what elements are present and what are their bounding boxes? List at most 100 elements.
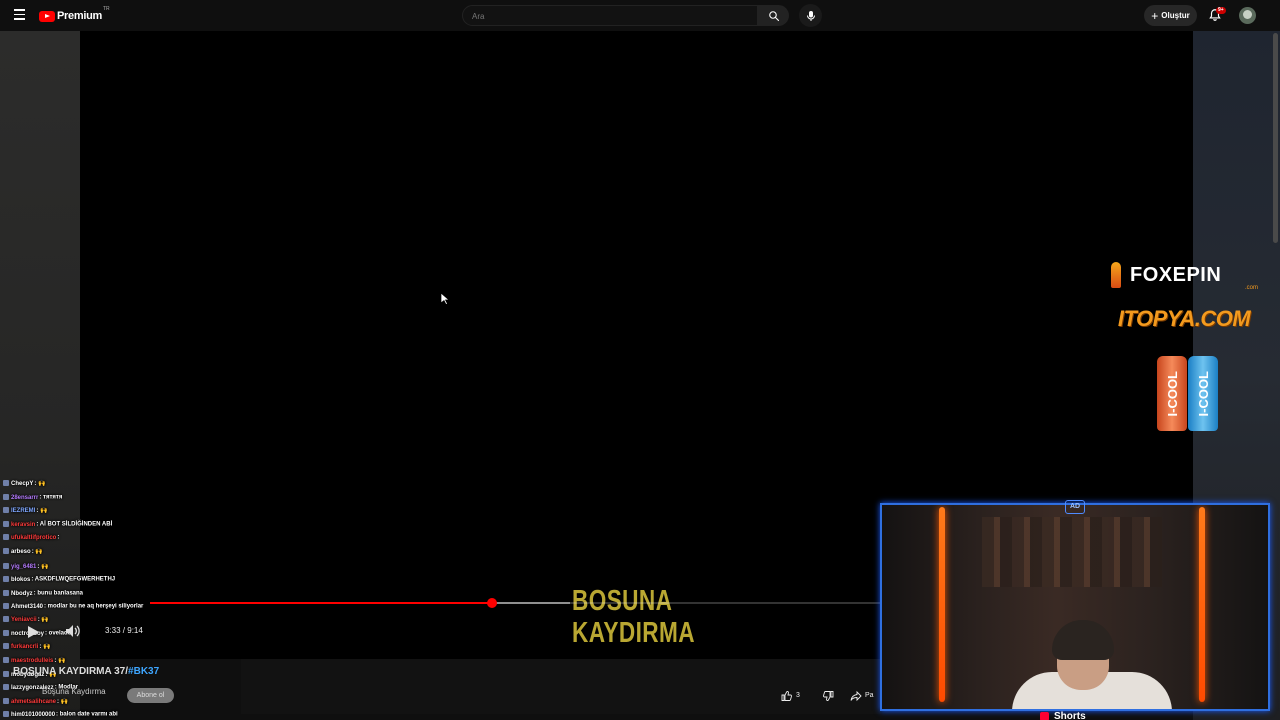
chat-text: : modlar bu ne aq herşeyi siliyorlar [44,603,144,610]
chat-message: keravsin: Aİ BOT SİLDİĞİNDEN ABİ [3,521,112,528]
chat-username: keravsin [11,521,36,528]
shorts-icon [1040,712,1049,720]
logo-text: Premium [57,10,102,22]
webcam-frame-logo-icon: AD [1065,500,1085,514]
dislike-button[interactable] [819,687,836,704]
chat-username: him0101000000 [11,711,56,718]
create-button[interactable]: + Oluştur [1144,5,1197,26]
chat-username: IEZREMI [11,508,36,514]
chat-username: Nbodyz [11,590,33,597]
search-input[interactable] [463,7,757,26]
create-label: Oluştur [1161,11,1190,20]
chat-badge-icon [3,534,9,540]
share-icon [850,690,862,701]
like-button[interactable]: 3 [781,687,813,704]
chat-text: : 🙌 [39,644,51,650]
chat-username: Yeniavcii [11,617,37,623]
chat-badge-icon [3,576,9,582]
itopya-sponsor-logo: ITOPYA.COM [1117,306,1251,331]
chat-badge-icon [3,698,9,705]
page-scrollbar[interactable] [1273,33,1278,243]
chat-username: Ahmet3140 [11,603,44,610]
energy-drink-cans: I-COOL I-COOL [1157,356,1221,432]
shorts-label: Shorts [1054,711,1086,720]
chat-message: furkancrli: 🙌 [3,643,50,650]
chat-text: : balon date varmı abi [56,711,118,718]
foxepin-text: FOXEPIN [1130,263,1222,286]
chat-message: ChecpY: 🙌 [3,480,45,487]
like-icon [781,690,792,701]
chat-badge-icon [3,590,9,596]
chat-badge-icon [3,630,9,636]
notification-badge: 9+ [1216,7,1226,14]
chat-text: : 🙌 [34,481,46,487]
video-title-art: BOSUNA KAYDIRMA [572,585,695,649]
subscribe-button[interactable]: Abone ol [127,688,174,703]
mouse-cursor-icon [441,293,450,305]
chat-badge-icon [3,563,9,570]
chat-username: ufukaltlifprotico [11,534,57,541]
play-icon[interactable] [26,626,40,638]
like-count: 3 [796,692,800,699]
chat-badge-icon [3,507,9,514]
search-box [462,5,758,26]
search-button[interactable] [758,5,789,26]
video-hashtag[interactable]: #BK37 [128,666,159,677]
share-label: Pa [865,692,874,699]
shorts-shelf-header[interactable]: Shorts [1040,711,1086,720]
dislike-icon [822,690,833,701]
youtube-watch-page: Premium TR + Oluştur 9+ FOXEPIN .com ITO… [0,0,1280,720]
menu-icon[interactable] [10,6,28,24]
avatar[interactable] [1239,7,1256,24]
chat-badge-icon [3,643,9,650]
chat-badge-icon [3,521,9,527]
chat-username: 28ensarrr [11,494,39,501]
mic-icon [806,10,815,21]
progress-scrubber[interactable] [487,598,497,608]
chat-badge-icon [3,494,9,500]
logo-country-code: TR [102,6,110,12]
top-bar: Premium TR + Oluştur 9+ [0,0,1280,31]
youtube-premium-logo[interactable]: Premium TR [39,6,110,24]
orange-can: I-COOL [1157,356,1187,431]
chat-message: 28ensarrr: тятятя [3,494,62,501]
chat-message: him0101000000: balon date varmı abi [3,711,118,718]
streamer-webcam [880,503,1270,711]
chat-message: IEZREMI: 🙌 [3,507,47,514]
blue-can: I-COOL [1188,356,1218,431]
stream-chat-overlay: ChecpY: 🙌 28ensarrr: тятятя IEZREMI: 🙌 kera… [0,475,240,720]
share-button[interactable]: Pa [850,687,882,704]
foxepin-domain: .com [1244,285,1258,291]
chat-badge-icon [3,684,9,690]
youtube-logo-icon [39,10,55,22]
chat-badge-icon [3,657,9,664]
chat-username: furkancrli [11,644,39,650]
chat-message: Nbodyz: bunu banlasana [3,590,83,597]
voice-search-button[interactable] [799,4,822,27]
chat-badge-icon [3,480,9,487]
chat-text: : 🙌 [31,549,43,555]
chat-badge-icon [3,603,9,609]
chat-text: : 🙌 [36,508,48,514]
chat-username: ChecpY [11,481,34,487]
chat-badge-icon [3,548,9,555]
chat-text: : 🙌 [37,564,49,570]
chat-badge-icon [3,671,9,678]
chat-text: : bunu banlasana [33,590,84,597]
video-title: BOŞUNA KAYDIRMA 37/#BK37 [13,666,160,677]
plus-icon: + [1151,8,1159,23]
chat-username: yig_6481 [11,564,37,570]
time-display: 3:33 / 9:14 [105,626,143,635]
chat-text: : ASKDFLWQEFGWERHETHJ [31,576,116,583]
channel-name[interactable]: Boşuna Kaydırma [42,687,106,696]
chat-text: : 🙌 [57,699,69,705]
chat-text: : 🙌 [54,658,66,664]
streamer [1002,600,1177,709]
webcam-shelf [982,517,1162,587]
volume-icon[interactable] [66,625,80,637]
chat-username: arbeso [11,549,31,555]
chat-username: blokos [11,576,31,583]
chat-text: : тятятя [39,494,63,501]
chat-message: Ahmet3140: modlar bu ne aq herşeyi siliy… [3,603,143,610]
chat-message: ufukaltlifprotico: [3,534,59,541]
